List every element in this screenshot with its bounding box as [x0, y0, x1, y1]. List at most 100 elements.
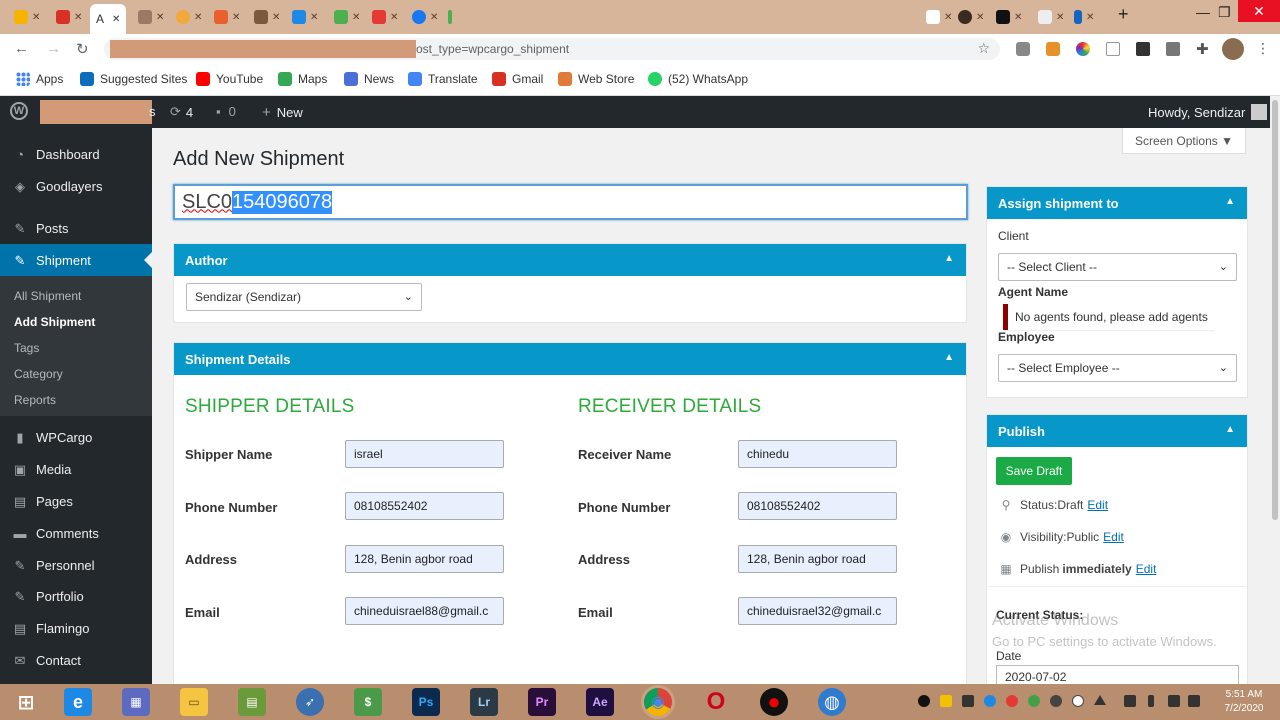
tray-icon[interactable] — [962, 695, 974, 707]
tab-2[interactable]: ✕ — [56, 6, 82, 28]
bookmark-suggested-sites[interactable]: Suggested Sites — [80, 72, 187, 86]
new-tab-button[interactable]: + — [1118, 4, 1129, 25]
record-tray-icon[interactable] — [918, 695, 930, 707]
menu-icon[interactable]: ⋮ — [1256, 40, 1270, 57]
shipment-details-header[interactable]: Shipment Details ▲ — [174, 343, 966, 375]
new-content-link[interactable]: + New — [262, 104, 303, 121]
sidebar-item-portfolio[interactable]: ✎ Portfolio — [0, 580, 152, 612]
close-icon[interactable]: ✕ — [976, 12, 984, 23]
tab-5[interactable]: ✕ — [214, 6, 240, 28]
publish-box-header[interactable]: Publish ▲ — [987, 415, 1247, 447]
shipper-email-input[interactable]: chineduisrael88@gmail.c — [345, 597, 504, 625]
sidebar-item-pages[interactable]: ▤ Pages — [0, 485, 152, 517]
tab-13[interactable]: ✕ — [958, 6, 984, 28]
sidebar-item-posts[interactable]: ✎ Posts — [0, 212, 152, 244]
tab-1[interactable]: ✕ — [14, 6, 40, 28]
recorder-icon[interactable]: ● — [760, 688, 788, 716]
globe-icon[interactable]: ◍ — [818, 688, 846, 716]
close-icon[interactable]: ✕ — [390, 12, 398, 23]
extension-icon[interactable] — [1016, 42, 1030, 56]
close-icon[interactable]: ✕ — [32, 12, 40, 23]
forward-arrow-icon[interactable]: → — [46, 40, 61, 57]
shield-tray-icon[interactable] — [940, 695, 952, 707]
puzzle-icon[interactable]: ✚ — [1196, 40, 1209, 58]
updates-link[interactable]: ⟳ 4 — [170, 104, 193, 120]
site-name-suffix[interactable]: s — [149, 104, 156, 119]
close-icon[interactable]: ✕ — [156, 12, 164, 23]
bookmark-web-store[interactable]: Web Store — [558, 72, 634, 86]
extension-icon[interactable] — [1046, 42, 1060, 56]
tab-15[interactable]: ✕ — [1038, 6, 1064, 28]
up-arrow-icon[interactable] — [1094, 695, 1106, 705]
bookmark-whatsapp[interactable]: (52) WhatsApp — [648, 72, 748, 86]
sidebar-item-flamingo[interactable]: ▤ Flamingo — [0, 612, 152, 644]
shipper-address-input[interactable]: 128, Benin agbor road — [345, 545, 504, 573]
minimize-button[interactable]: — — [1196, 4, 1210, 20]
page-scrollbar[interactable] — [1270, 96, 1280, 684]
sidebar-item-goodlayers[interactable]: ◈ Goodlayers — [0, 170, 152, 202]
bookmark-gmail[interactable]: Gmail — [492, 72, 543, 86]
save-draft-button[interactable]: Save Draft — [996, 457, 1072, 485]
bird-app-icon[interactable]: ➶ — [296, 688, 324, 716]
tab-16[interactable]: ✕ — [1074, 6, 1094, 28]
bookmark-news[interactable]: News — [344, 72, 394, 86]
camera-icon[interactable] — [1166, 42, 1180, 56]
receiver-email-input[interactable]: chineduisrael32@gmail.c — [738, 597, 897, 625]
tray-icon[interactable] — [1028, 695, 1040, 707]
profile-avatar[interactable] — [1222, 38, 1244, 60]
volume-icon[interactable] — [1188, 695, 1200, 707]
submenu-tags[interactable]: Tags — [14, 341, 39, 355]
close-icon[interactable]: ✕ — [352, 12, 360, 23]
opera-icon[interactable]: O — [702, 688, 730, 716]
project-icon[interactable]: ▤ — [238, 688, 266, 716]
tab-6[interactable]: ✕ — [254, 6, 280, 28]
receiver-phone-input[interactable]: 08108552402 — [738, 492, 897, 520]
comments-link[interactable]: ▪ 0 — [216, 104, 236, 119]
receiver-name-input[interactable]: chinedu — [738, 440, 897, 468]
reload-icon[interactable]: ↻ — [76, 40, 89, 58]
submenu-reports[interactable]: Reports — [14, 393, 56, 407]
extension-icon[interactable] — [1106, 42, 1120, 56]
sidebar-item-media[interactable]: ▣ Media — [0, 453, 152, 485]
submenu-category[interactable]: Category — [14, 367, 63, 381]
screen-options-button[interactable]: Screen Options ▼ — [1122, 128, 1246, 154]
author-select[interactable]: Sendizar (Sendizar) ⌄ — [186, 283, 422, 311]
tab-4[interactable]: ✕ — [176, 6, 202, 28]
close-icon[interactable]: ✕ — [310, 12, 318, 23]
money-app-icon[interactable]: $ — [354, 688, 382, 716]
bookmark-apps[interactable]: Apps — [16, 72, 63, 86]
battery-icon[interactable] — [1148, 695, 1154, 707]
client-select[interactable]: -- Select Client -- ⌄ — [998, 253, 1237, 281]
scrollbar-thumb[interactable] — [1272, 100, 1278, 520]
assign-box-header[interactable]: Assign shipment to ▲ — [987, 187, 1247, 219]
sidebar-item-personnel[interactable]: ✎ Personnel — [0, 549, 152, 581]
sidebar-item-wpcargo[interactable]: ▮ WPCargo — [0, 421, 152, 453]
close-icon[interactable]: ✕ — [944, 12, 952, 23]
tab-3[interactable]: ✕ — [138, 6, 164, 28]
collapse-arrow-icon[interactable]: ▲ — [1225, 196, 1235, 207]
close-icon[interactable]: ✕ — [112, 14, 120, 25]
address-bar[interactable]: ost_type=wpcargo_shipment ☆ — [104, 38, 1000, 60]
sidebar-item-contact[interactable]: ✉ Contact — [0, 644, 152, 676]
tab-10[interactable]: ✕ — [412, 6, 438, 28]
network-icon[interactable] — [1168, 695, 1180, 707]
submenu-add-shipment[interactable]: Add Shipment — [14, 315, 95, 329]
tab-12[interactable]: ✕ — [926, 6, 952, 28]
cube-icon[interactable] — [1136, 42, 1150, 56]
employee-select[interactable]: -- Select Employee -- ⌄ — [998, 354, 1237, 382]
tab-active[interactable]: A ✕ — [90, 4, 127, 34]
tray-icon[interactable] — [1050, 695, 1062, 707]
close-icon[interactable]: ✕ — [74, 12, 82, 23]
edit-status-link[interactable]: Edit — [1087, 498, 1108, 512]
edit-publish-date-link[interactable]: Edit — [1136, 562, 1157, 576]
restore-button[interactable]: ❐ — [1218, 4, 1231, 21]
submenu-all-shipment[interactable]: All Shipment — [14, 289, 81, 303]
flag-icon[interactable] — [1124, 695, 1136, 707]
close-icon[interactable]: ✕ — [1056, 12, 1064, 23]
author-box-header[interactable]: Author ▲ — [174, 244, 966, 276]
file-explorer-icon[interactable]: ▭ — [180, 688, 208, 716]
tray-icon[interactable] — [984, 695, 996, 707]
close-icon[interactable]: ✕ — [272, 12, 280, 23]
collapse-arrow-icon[interactable]: ▲ — [944, 352, 954, 363]
internet-explorer-icon[interactable]: e — [64, 688, 92, 716]
